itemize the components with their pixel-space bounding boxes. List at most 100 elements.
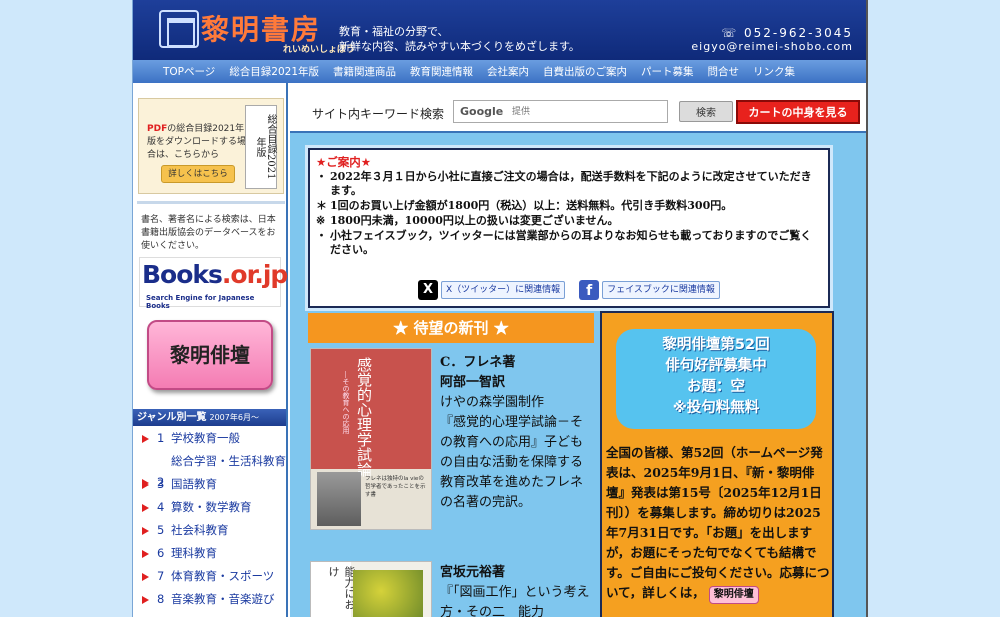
- x-info-link[interactable]: X（ツイッター）に関連情報: [441, 281, 566, 299]
- pdf-catalog-banner[interactable]: PDFの総合目録2021年版をダウンロードする場合は、こちらから 詳しくはこちら…: [138, 98, 284, 194]
- tagline-line-1: 教育・福祉の分野で、: [339, 25, 449, 38]
- genre-item[interactable]: 7 体育教育・スポーツ: [133, 565, 286, 588]
- genre-item[interactable]: 1 学校教育一般: [133, 427, 286, 450]
- contact-info: ☏ 052-962-3045 eigyo@reimei-shobo.com: [691, 26, 853, 54]
- notice-item: ＊ 1回のお買い上げ金額が1800円（税込）以上：送料無料。代引き手数料300円。: [316, 199, 822, 213]
- genre-number: 5: [157, 523, 165, 537]
- nav-links[interactable]: リンク集: [753, 64, 795, 79]
- tagline-line-2: 新鮮な内容、読みやすい本づくりをめざします。: [339, 40, 580, 53]
- nav-catalog[interactable]: 総合目録2021年版: [229, 64, 319, 79]
- book-cover-2[interactable]: 能力におけ: [310, 561, 432, 617]
- genre-item[interactable]: 3 国語教育: [133, 473, 286, 496]
- nav-education[interactable]: 教育関連情報: [410, 64, 473, 79]
- genre-label: 算数・数学教育: [171, 500, 252, 514]
- site-header: 黎明書房 れいめいしょぼう 教育・福祉の分野で、 新鮮な内容、読みやすい本づくり…: [133, 0, 866, 60]
- arrow-right-icon: [142, 481, 149, 489]
- books-logo-domain: .or.jp: [221, 260, 288, 289]
- book-1-translator: 阿部一智訳: [440, 375, 506, 390]
- haiku-head-line-3: お題：空: [687, 379, 745, 395]
- cover-image: [353, 570, 423, 617]
- database-search-note: 書名、著者名による検索は、日本書籍出版協会のデータベースをお使いください。: [141, 215, 276, 251]
- site-search-bar: サイト内キーワード検索 Google 検索 カートの中身を見る: [290, 83, 866, 133]
- genre-number: 7: [157, 569, 165, 583]
- cover-title: 感覚的心理学試論: [355, 357, 373, 477]
- pdf-details-button[interactable]: 詳しくはこちら: [161, 165, 235, 183]
- genre-label: 理科教育: [171, 546, 217, 560]
- haiku-contest-panel: 黎明俳壇第52回 俳句好評募集中 お題：空 ※投句料無料 全国の皆様、第52回（…: [600, 311, 834, 617]
- main-content: サイト内キーワード検索 Google 検索 カートの中身を見る ★ご案内★ ・2…: [290, 83, 866, 617]
- haiku-body-text: 全国の皆様、第52回（ホームページ発表は、2025年9月1日、『新・黎明俳壇』発…: [606, 445, 830, 600]
- genre-number: 8: [157, 592, 165, 606]
- book-1-producer: けやの森学園制作: [440, 395, 545, 410]
- notice-box: ★ご案内★ ・ 2022年３月１日から小社に直接ご注文の場合は，配送手数料を下記の…: [308, 148, 830, 308]
- genre-list-header: ジャンル別一覧 2007年6月～: [133, 409, 286, 426]
- haiku-contest-banner[interactable]: 黎明俳壇第52回 俳句好評募集中 お題：空 ※投句料無料: [616, 329, 816, 429]
- notice-item: ※ 1800円未満，10000円以上の扱いは変更ございません。: [316, 214, 822, 228]
- pdf-catalog-text: PDFの総合目録2021年版をダウンロードする場合は、こちらから: [147, 123, 247, 162]
- arrow-right-icon: [142, 596, 149, 604]
- nav-contact[interactable]: 問合せ: [708, 64, 740, 79]
- left-sidebar: PDFの総合目録2021年版をダウンロードする場合は、こちらから 詳しくはこちら…: [133, 83, 288, 617]
- genre-item[interactable]: 8 音楽教育・音楽遊び: [133, 588, 286, 611]
- reimei-haidan-button[interactable]: 黎明俳壇: [147, 320, 273, 390]
- genre-item[interactable]: 5 社会科教育: [133, 519, 286, 542]
- haiku-head-line-2: 俳句好評募集中: [665, 358, 767, 374]
- book-2-description[interactable]: 『「図画工作」という考え方・その二 能力: [440, 583, 590, 617]
- notice-bullet: ※: [316, 214, 326, 227]
- email-address[interactable]: eigyo@reimei-shobo.com: [691, 40, 853, 54]
- genre-title: ジャンル別一覧: [137, 412, 207, 423]
- book-1-description[interactable]: 『感覚的心理学試論－その教育への応用』子どもの自由な活動を保障する教育改革を進め…: [440, 413, 590, 513]
- genre-number: 6: [157, 546, 165, 560]
- book-2-author: 宮坂元裕著: [440, 565, 506, 580]
- x-twitter-icon[interactable]: X: [418, 280, 438, 300]
- search-button[interactable]: 検索: [679, 101, 733, 122]
- nav-goods[interactable]: 書籍関連商品: [333, 64, 396, 79]
- notice-bullet: ＊: [316, 199, 327, 212]
- haiku-head-line-4: ※投句料無料: [672, 400, 760, 416]
- search-input[interactable]: [453, 100, 668, 123]
- genre-list: 1 学校教育一般 2 総合学習・生活科教育 3 国語教育 4 算数・数学教育 5 社会科教…: [133, 427, 286, 611]
- arrow-right-icon: [142, 527, 149, 535]
- book-1-credits: C．フレネ著 阿部一智訳 けやの森学園制作: [440, 353, 590, 413]
- new-books-header: ★ 待望の新刊 ★: [308, 313, 594, 343]
- notice-title: ★ご案内★: [316, 155, 372, 169]
- main-nav: TOPページ 総合目録2021年版 書籍関連商品 教育関連情報 会社案内 自費出…: [133, 60, 866, 83]
- notice-text: 2022年３月１日から小社に直接ご注文の場合は，配送手数料を下記のように改定させ…: [330, 170, 812, 197]
- catalog-book-image: 総合目録2021年版: [245, 105, 277, 189]
- nav-recruit[interactable]: パート募集: [641, 64, 694, 79]
- genre-number: 3: [157, 477, 165, 491]
- view-cart-button[interactable]: カートの中身を見る: [736, 100, 860, 124]
- site-tagline: 教育・福祉の分野で、 新鮮な内容、読みやすい本づくりをめざします。: [339, 24, 580, 54]
- genre-label: 社会科教育: [171, 523, 229, 537]
- notice-list: ・ 2022年３月１日から小社に直接ご注文の場合は，配送手数料を下記のように改定さ…: [316, 170, 822, 258]
- genre-label: 音楽教育・音楽遊び: [171, 592, 275, 606]
- genre-label: 学校教育一般: [171, 431, 240, 445]
- nav-top[interactable]: TOPページ: [163, 64, 215, 79]
- haiku-link-button[interactable]: 黎明俳壇: [708, 586, 759, 604]
- book-cover-1[interactable]: 感覚的心理学試論 ―その教育への応用 フレネは独特のla vieの哲学者であった…: [310, 348, 432, 530]
- social-links: X X（ツイッター）に関連情報 f フェイスブックに関連情報: [418, 279, 734, 301]
- page: 黎明書房 れいめいしょぼう 教育・福祉の分野で、 新鮮な内容、読みやすい本づくり…: [132, 0, 868, 617]
- book-2-info: 宮坂元裕著 『「図画工作」という考え方・その二 能力: [440, 563, 590, 617]
- nav-self-publish[interactable]: 自費出版のご案内: [543, 64, 627, 79]
- notice-bullet: ・: [316, 170, 327, 183]
- notice-text: 1800円未満，10000円以上の扱いは変更ございません。: [330, 214, 619, 227]
- facebook-icon[interactable]: f: [579, 280, 600, 300]
- genre-item[interactable]: 6 理科教育: [133, 542, 286, 565]
- facebook-info-link[interactable]: フェイスブックに関連情報: [602, 281, 720, 299]
- books-or-jp-banner[interactable]: Books.or.jp Search Engine for Japanese B…: [139, 257, 288, 310]
- books-logo-word: Books: [142, 260, 223, 289]
- genre-item[interactable]: 2 総合学習・生活科教育: [133, 450, 286, 489]
- search-icon: 検索: [696, 108, 716, 119]
- notice-text: 小社フェイスブック，ツイッターには営業部からの耳よりなお知らせも載っておりますの…: [330, 229, 812, 256]
- logo-icon[interactable]: [159, 10, 199, 48]
- genre-label: 体育教育・スポーツ: [171, 569, 275, 583]
- books-logo-subtitle: Search Engine for Japanese Books: [146, 294, 255, 310]
- search-label: サイト内キーワード検索: [312, 107, 445, 121]
- notice-item: ・ 2022年３月１日から小社に直接ご注文の場合は，配送手数料を下記のように改定さ…: [316, 170, 822, 198]
- genre-number: 4: [157, 500, 165, 514]
- nav-company[interactable]: 会社案内: [487, 64, 529, 79]
- genre-item[interactable]: 4 算数・数学教育: [133, 496, 286, 519]
- notice-item: ・小社フェイスブック，ツイッターには営業部からの耳よりなお知らせも載っております…: [316, 229, 822, 257]
- notice-text: 1回のお買い上げ金額が1800円（税込）以上：送料無料。代引き手数料300円。: [330, 199, 733, 212]
